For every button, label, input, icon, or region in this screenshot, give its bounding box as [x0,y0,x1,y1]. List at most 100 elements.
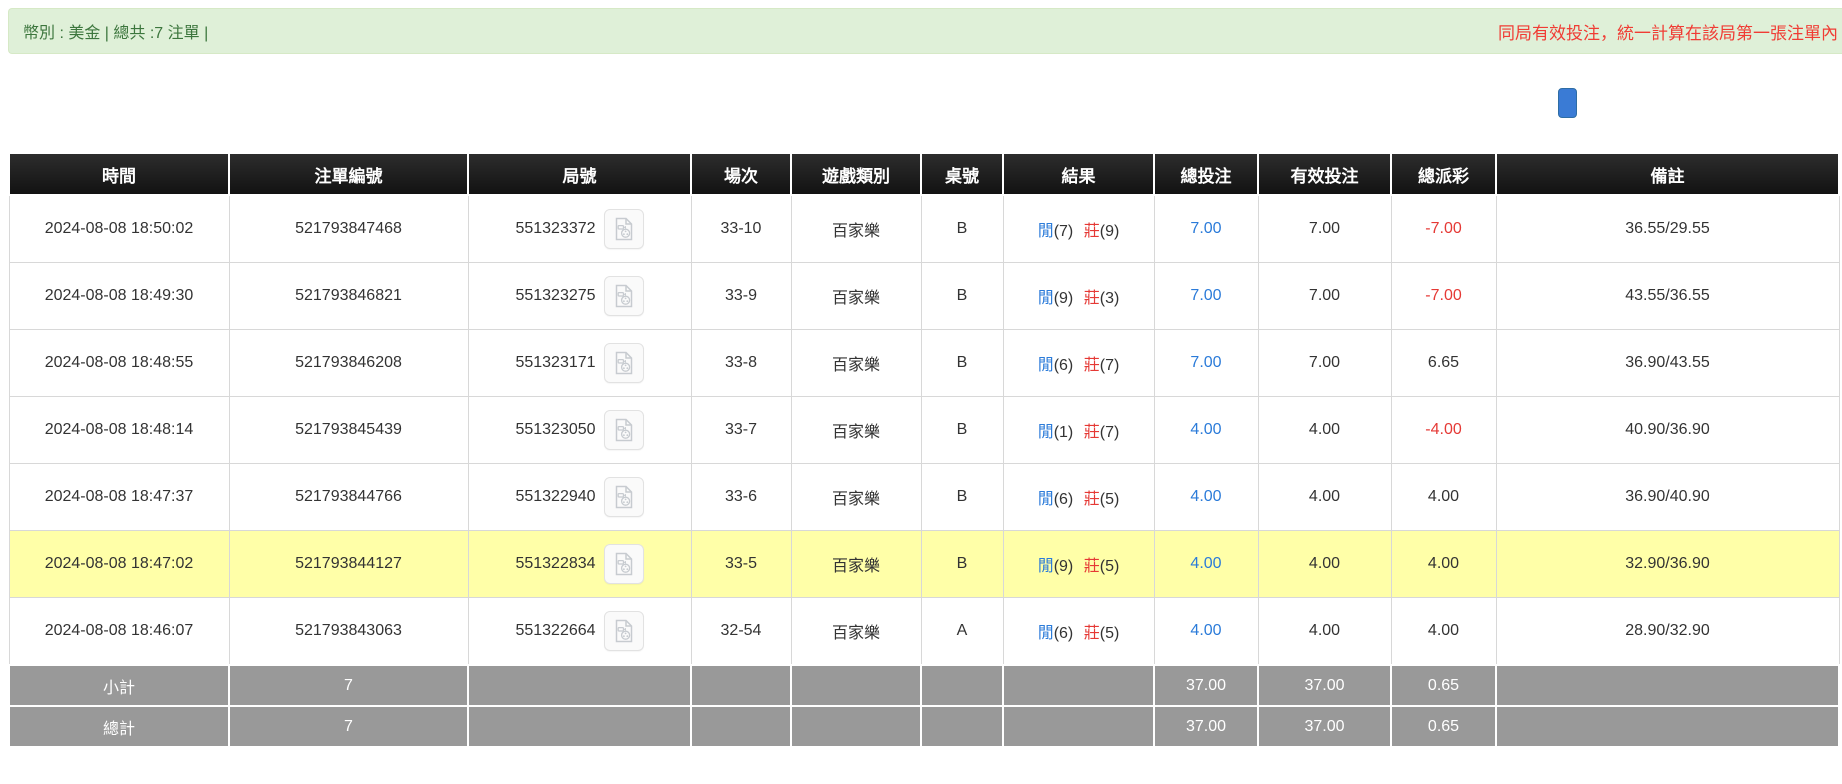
payout-cell: 6.65 [1391,330,1496,397]
video-file-icon [612,552,636,576]
banker-result-label: 莊 [1084,290,1100,307]
video-replay-button[interactable] [604,209,644,249]
subtotal-empty-cell [468,665,691,706]
banker-result-label: 莊 [1084,558,1100,575]
column-header-total-bet: 總投注 [1154,153,1258,195]
session-cell: 33-7 [691,397,791,464]
time-cell: 2024-08-08 18:49:30 [9,263,229,330]
banker-result-score: (7) [1100,424,1120,441]
total-bet-cell: 4.00 [1154,531,1258,598]
table-row: 2024-08-08 18:48:55 521793846208 5513231… [9,330,1839,397]
payout-cell: 4.00 [1391,531,1496,598]
table-no-cell: B [921,263,1003,330]
valid-bet-cell: 4.00 [1258,598,1391,666]
remark-cell: 40.90/36.90 [1496,397,1839,464]
table-no-cell: B [921,464,1003,531]
banker-result-score: (5) [1100,491,1120,508]
round-id-value: 551322834 [515,555,595,573]
table-no-cell: B [921,330,1003,397]
payout-cell: 4.00 [1391,598,1496,666]
game-type-cell: 百家樂 [791,263,921,330]
table-no-cell: B [921,195,1003,263]
video-replay-button[interactable] [604,544,644,584]
total-bet-link[interactable]: 4.00 [1190,555,1221,572]
player-result-score: (9) [1054,558,1074,575]
video-file-icon [612,485,636,509]
subtotal-label: 小計 [9,665,229,706]
column-header-valid-bet: 有效投注 [1258,153,1391,195]
subtotal-empty-cell [921,665,1003,706]
player-result-label: 閒 [1038,223,1054,240]
valid-bet-cell: 7.00 [1258,263,1391,330]
payout-value: -7.00 [1425,220,1461,237]
banker-result-score: (3) [1100,290,1120,307]
session-cell: 33-5 [691,531,791,598]
table-no-cell: B [921,397,1003,464]
game-type-cell: 百家樂 [791,598,921,666]
grand-total-payout: 0.65 [1391,706,1496,747]
grand-total-total-bet: 37.00 [1154,706,1258,747]
result-cell: 閒(6) 莊(5) [1003,598,1154,666]
total-bet-link[interactable]: 4.00 [1190,421,1221,438]
total-bet-link[interactable]: 7.00 [1190,354,1221,371]
result-cell: 閒(6) 莊(7) [1003,330,1154,397]
video-replay-button[interactable] [604,611,644,651]
time-cell: 2024-08-08 18:46:07 [9,598,229,666]
same-round-notice-text: 同局有效投注，統一計算在該局第一張注單內 [1498,19,1838,44]
table-row: 2024-08-08 18:46:07 521793843063 5513226… [9,598,1839,666]
remark-cell: 36.55/29.55 [1496,195,1839,263]
payout-cell: -7.00 [1391,195,1496,263]
remark-cell: 43.55/36.55 [1496,263,1839,330]
round-id-cell: 551323171 [468,330,691,397]
round-id-value: 551323275 [515,287,595,305]
bet-id-cell: 521793844127 [229,531,468,598]
valid-bet-cell: 7.00 [1258,330,1391,397]
partial-blue-button[interactable] [1558,88,1577,118]
total-bet-link[interactable]: 4.00 [1190,488,1221,505]
bet-id-cell: 521793846821 [229,263,468,330]
total-bet-link[interactable]: 7.00 [1190,220,1221,237]
column-header-game-type: 遊戲類別 [791,153,921,195]
banker-result-label: 莊 [1084,491,1100,508]
bet-id-cell: 521793847468 [229,195,468,263]
subtotal-empty-cell [791,665,921,706]
total-bet-link[interactable]: 4.00 [1190,622,1221,639]
bet-id-cell: 521793844766 [229,464,468,531]
subtotal-empty-cell [691,665,791,706]
video-replay-button[interactable] [604,276,644,316]
remark-cell: 36.90/43.55 [1496,330,1839,397]
grand-total-empty-cell [1003,706,1154,747]
banker-result-label: 莊 [1084,223,1100,240]
player-result-score: (7) [1054,223,1074,240]
video-replay-button[interactable] [604,477,644,517]
banker-result-label: 莊 [1084,424,1100,441]
game-type-cell: 百家樂 [791,195,921,263]
banker-result-label: 莊 [1084,357,1100,374]
table-body: 2024-08-08 18:50:02 521793847468 5513233… [9,195,1839,665]
payout-value: 6.65 [1428,354,1459,371]
round-id-value: 551323171 [515,354,595,372]
round-id-cell: 551323050 [468,397,691,464]
total-bet-link[interactable]: 7.00 [1190,287,1221,304]
session-cell: 33-8 [691,330,791,397]
subtotal-row: 小計 7 37.00 37.00 0.65 [9,665,1839,706]
video-replay-button[interactable] [604,410,644,450]
payout-cell: -4.00 [1391,397,1496,464]
result-cell: 閒(9) 莊(5) [1003,531,1154,598]
time-cell: 2024-08-08 18:47:02 [9,531,229,598]
result-cell: 閒(9) 莊(3) [1003,263,1154,330]
video-replay-button[interactable] [604,343,644,383]
player-result-label: 閒 [1038,424,1054,441]
column-header-table-no: 桌號 [921,153,1003,195]
column-header-session: 場次 [691,153,791,195]
game-type-cell: 百家樂 [791,531,921,598]
result-cell: 閒(1) 莊(7) [1003,397,1154,464]
player-result-score: (6) [1054,357,1074,374]
subtotal-count: 7 [229,665,468,706]
total-bet-cell: 7.00 [1154,195,1258,263]
remark-cell: 32.90/36.90 [1496,531,1839,598]
player-result-label: 閒 [1038,290,1054,307]
column-header-bet-id: 注單編號 [229,153,468,195]
valid-bet-cell: 4.00 [1258,464,1391,531]
round-id-value: 551322664 [515,622,595,640]
